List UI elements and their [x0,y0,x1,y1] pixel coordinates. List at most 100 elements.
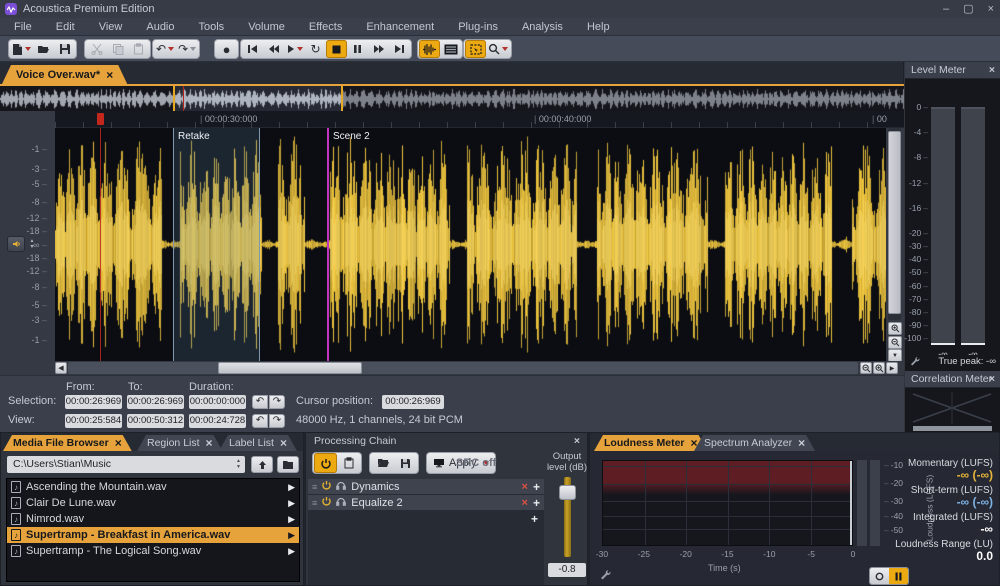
menu-item[interactable]: Enhancement [354,18,446,36]
selection-undo-button[interactable]: ↶ [252,395,268,409]
save-button[interactable] [54,40,75,58]
output-level-slider[interactable] [564,477,571,557]
loop-button[interactable]: ↻ [305,40,326,58]
preview-play-button[interactable]: ▶ [288,498,295,509]
close-button[interactable]: × [988,0,994,18]
horizontal-scrollbar[interactable] [68,362,858,374]
go-to-end-button[interactable] [389,40,410,58]
tab-loudness-meter[interactable]: Loudness Meter× [594,435,708,451]
tab-close-icon[interactable]: × [206,436,213,450]
file-row[interactable]: ♪ Clair De Lune.wav ▶ [7,495,299,511]
menu-item[interactable]: Edit [44,18,87,36]
processing-chain-close-icon[interactable]: × [574,433,580,449]
add-effect-icon[interactable]: + [531,512,538,526]
loudness-settings-button[interactable] [600,569,611,583]
effect-power-icon[interactable] [322,480,331,493]
chain-enable-button[interactable] [314,453,337,473]
marker-scene2-line[interactable] [327,128,329,361]
horizontal-scrollbar-thumb[interactable] [218,362,362,374]
zoom-in-horizontal-button[interactable] [873,362,885,374]
go-to-start-button[interactable] [242,40,263,58]
effect-power-icon[interactable] [322,496,331,509]
effect-listen-icon[interactable] [336,481,346,493]
view-duration-field[interactable]: 00:00:24:728 [189,414,246,428]
chain-clipboard-button[interactable] [337,453,360,473]
menu-item[interactable]: View [87,18,135,36]
zoom-out-horizontal-button[interactable] [860,362,872,374]
output-level-value[interactable]: -0.8 [548,563,586,577]
view-undo-button[interactable]: ↶ [252,414,268,428]
new-file-dropdown-icon[interactable] [25,47,31,51]
selection-to-field[interactable]: 00:00:26:969 [127,395,184,409]
tab-media-file-browser[interactable]: Media File Browser× [3,435,132,451]
chain-load-button[interactable] [371,453,394,473]
tab-close-icon[interactable]: × [115,436,122,450]
overview-waveform[interactable] [0,84,904,111]
folder-path-select[interactable]: C:\Users\Stian\Music ▲▼ [7,456,245,473]
level-meter-close-icon[interactable]: × [989,62,995,79]
preview-play-button[interactable]: ▶ [288,530,295,541]
selection-tool-button[interactable] [465,40,486,58]
paste-button[interactable] [128,40,149,58]
redo-dropdown-icon[interactable] [190,47,196,51]
menu-item[interactable]: Tools [187,18,237,36]
output-level-slider-thumb[interactable] [559,485,576,500]
chain-effect-row[interactable]: ≡ Equalize 2 × + [308,495,544,510]
menu-item[interactable]: Help [575,18,622,36]
tab-region-list[interactable]: Region List× [137,435,223,451]
redo-button[interactable]: ↷ [176,40,198,58]
tab-spectrum-analyzer[interactable]: Spectrum Analyzer× [694,435,815,451]
rewind-button[interactable] [263,40,284,58]
follow-playback-button[interactable]: ▶ [886,362,898,374]
view-redo-button[interactable]: ↷ [269,414,285,428]
effect-listen-icon[interactable] [336,497,346,509]
view-to-field[interactable]: 00:00:50:312 [127,414,184,428]
cursor-marker-handle[interactable] [97,113,104,125]
open-file-button[interactable] [33,40,54,58]
preview-play-button[interactable]: ▶ [288,482,295,493]
waveform-display[interactable]: Retake Scene 2 [55,128,886,361]
zoom-dropdown-icon[interactable] [502,47,508,51]
maximize-button[interactable]: ▢ [963,0,973,18]
zoom-in-vertical-button[interactable] [888,322,902,335]
remove-effect-icon[interactable]: × [522,497,528,509]
record-button[interactable]: ● [216,40,237,58]
pause-button[interactable] [347,40,368,58]
tab-close-icon[interactable]: × [280,436,287,450]
stop-button[interactable] [326,40,347,58]
play-dropdown-icon[interactable] [297,47,303,51]
level-meter-settings-button[interactable] [910,356,920,369]
file-row[interactable]: ♪ Nimrod.wav ▶ [7,511,299,527]
tab-close-icon[interactable]: × [106,68,113,82]
add-effect-icon[interactable]: + [533,480,540,494]
vertical-scrollbar[interactable] [888,128,901,320]
menu-item[interactable]: Effects [297,18,354,36]
selection-redo-button[interactable]: ↷ [269,395,285,409]
play-button[interactable] [284,40,305,58]
overview-view-region[interactable] [173,86,343,111]
file-row[interactable]: ♪ Ascending the Mountain.wav ▶ [7,479,299,495]
selection-from-field[interactable]: 00:00:26:969 [65,395,122,409]
menu-item[interactable]: Volume [236,18,297,36]
menu-item[interactable]: Audio [134,18,186,36]
view-from-field[interactable]: 00:00:25:584 [65,414,122,428]
menu-item[interactable]: File [2,18,44,36]
cursor-position-field[interactable]: 00:00:26:969 [382,395,444,409]
undo-dropdown-icon[interactable] [168,47,174,51]
zoom-tool-button[interactable] [486,40,510,58]
file-row[interactable]: ♪ Supertramp - The Logical Song.wav ▶ [7,543,299,559]
drag-handle-icon[interactable]: ≡ [312,482,317,492]
loudness-pause-button[interactable] [889,568,908,584]
tab-label-list[interactable]: Label List× [219,435,297,451]
new-file-button[interactable] [10,40,33,58]
spectral-view-button[interactable] [440,40,461,58]
copy-button[interactable] [107,40,128,58]
preview-play-button[interactable]: ▶ [288,546,295,557]
channel-volume-button[interactable] [7,236,25,252]
parent-folder-button[interactable] [251,456,273,473]
preview-play-button[interactable]: ▶ [288,514,295,525]
waveform-view-button[interactable] [419,40,440,58]
time-ruler[interactable]: 00:00:30:000 00:00:40:000 00 [0,111,904,128]
fast-forward-button[interactable] [368,40,389,58]
vertical-scrollbar-thumb[interactable] [888,131,901,314]
